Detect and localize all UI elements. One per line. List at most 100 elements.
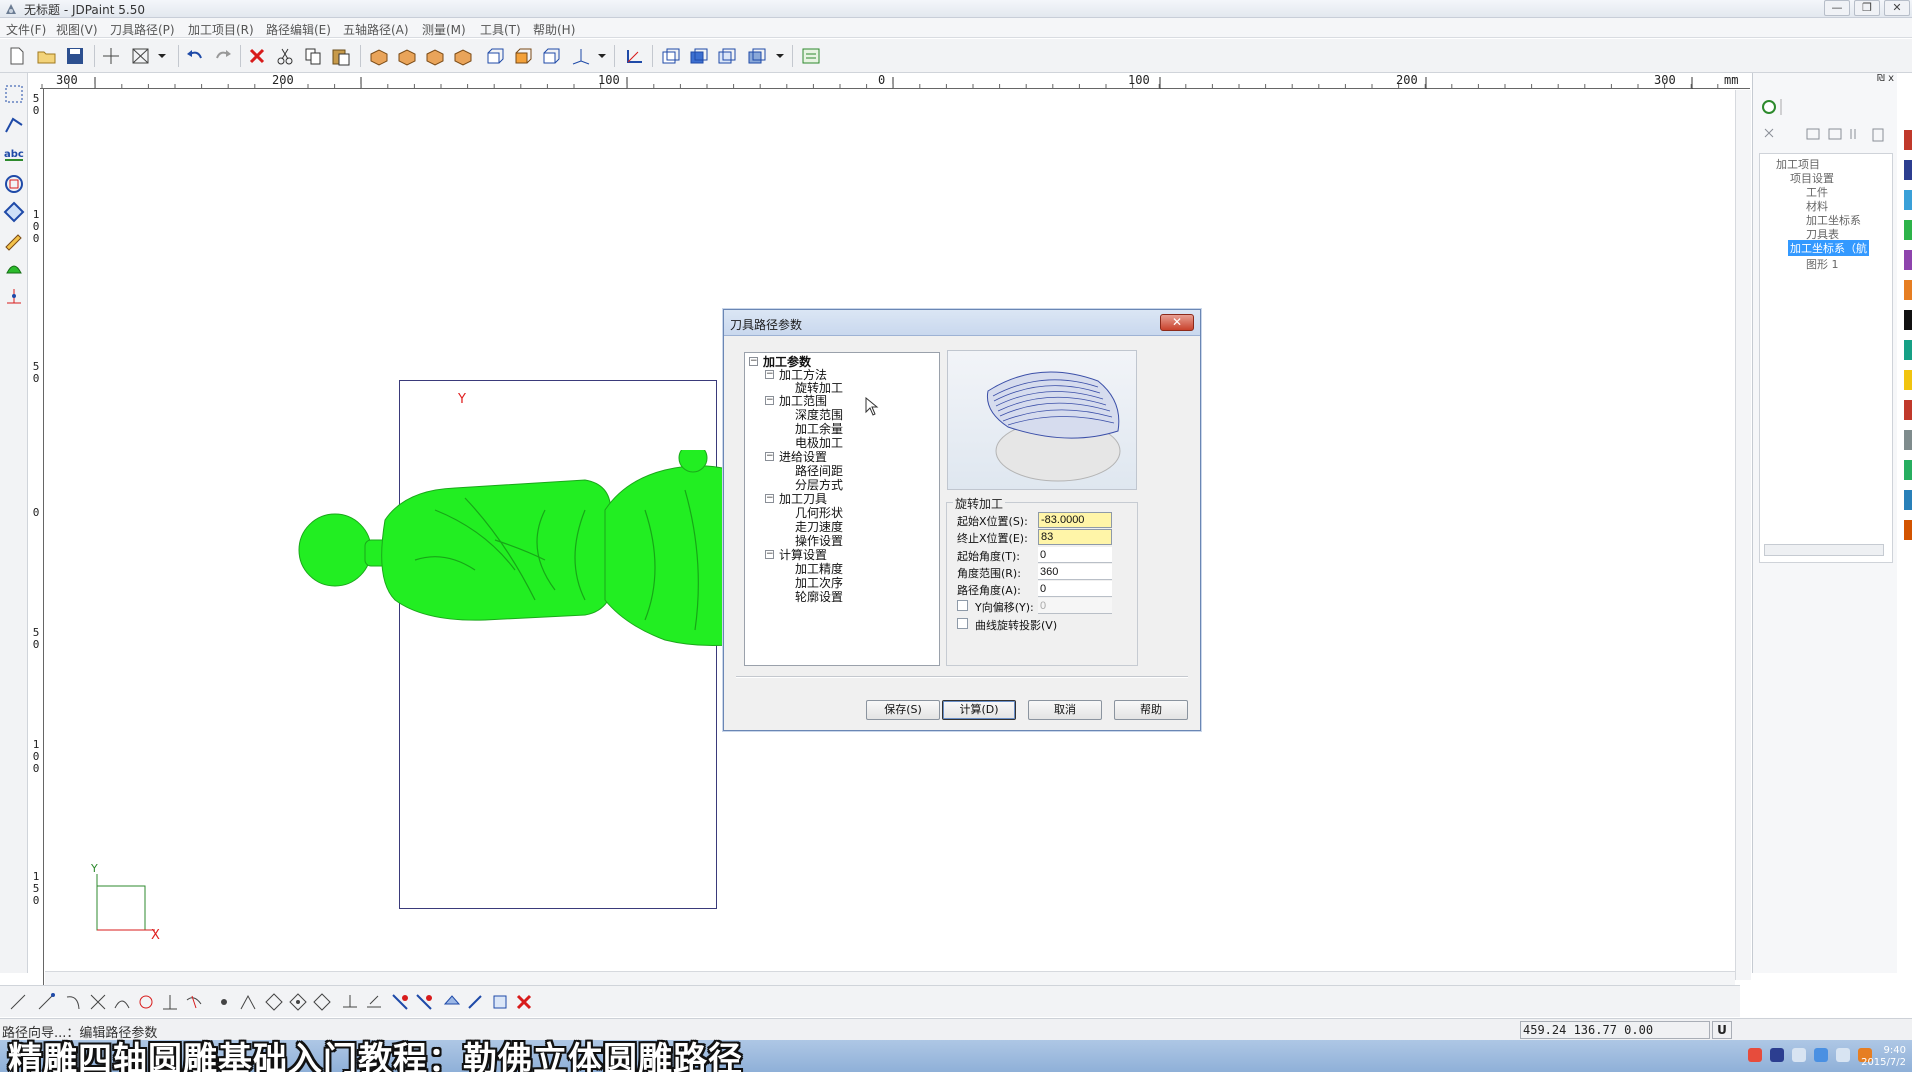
y-offset-checkbox[interactable] [957, 600, 968, 611]
transform-tool-icon[interactable] [3, 201, 25, 223]
network-icon[interactable] [1814, 1048, 1828, 1062]
menu-tools[interactable]: 工具(T) [480, 21, 521, 38]
horizontal-scrollbar[interactable] [45, 971, 1735, 985]
path-tool-icon-4[interactable] [414, 992, 434, 1012]
view-front-icon[interactable] [484, 46, 506, 66]
undo-icon[interactable] [184, 46, 206, 66]
new-file-icon[interactable] [6, 46, 28, 66]
menu-help[interactable]: 帮助(H) [533, 21, 575, 38]
display-mode-icon-3[interactable] [716, 46, 738, 66]
dialog-close-button[interactable]: ✕ [1160, 314, 1194, 331]
menu-five-axis[interactable]: 五轴路径(A) [343, 21, 409, 38]
delete-icon[interactable] [246, 46, 268, 66]
path-tool-icon-1[interactable] [340, 992, 360, 1012]
draw-line-icon[interactable] [3, 113, 25, 135]
redo-icon[interactable] [212, 46, 234, 66]
tree-item-rotate[interactable]: 旋转加工 [795, 381, 843, 395]
crosshair-icon[interactable] [100, 46, 122, 66]
path-tool-icon-6[interactable] [466, 992, 486, 1012]
menu-path-edit[interactable]: 路径编辑(E) [266, 21, 331, 38]
display-mode-icon-1[interactable] [660, 46, 682, 66]
tree-node-shape[interactable]: 图形 1 [1806, 256, 1839, 272]
calculate-button[interactable]: 计算(D) [942, 700, 1016, 720]
y-offset-input[interactable] [1038, 598, 1112, 614]
view-box-icon-2[interactable] [396, 46, 418, 66]
tree-expander[interactable]: − [765, 494, 774, 503]
menu-toolpath[interactable]: 刀具路径(P) [110, 21, 175, 38]
panel-refresh-icon[interactable] [1761, 97, 1891, 117]
snap-endpoint-icon[interactable] [36, 992, 56, 1012]
tree-node-method[interactable]: 加工方法 [779, 368, 827, 382]
measure-tool-icon[interactable] [3, 285, 25, 307]
path-tool-icon-2[interactable] [364, 992, 384, 1012]
tree-item-allowance[interactable]: 加工余量 [795, 422, 843, 436]
tree-item-depth[interactable]: 深度范围 [795, 408, 843, 422]
tree-node-tool[interactable]: 加工刀具 [779, 492, 827, 506]
start-angle-input[interactable] [1038, 547, 1112, 563]
node-edit-icon-2[interactable] [288, 992, 308, 1012]
snap-line-icon[interactable] [8, 992, 28, 1012]
tree-item-speed[interactable]: 走刀速度 [795, 520, 843, 534]
menu-view[interactable]: 视图(V) [56, 21, 98, 38]
zoom-window-icon[interactable] [130, 46, 152, 66]
tree-item-contour[interactable]: 轮廓设置 [795, 590, 843, 604]
surface-tool-icon[interactable] [3, 257, 25, 279]
tree-item-order[interactable]: 加工次序 [795, 576, 843, 590]
tree-expander[interactable]: − [765, 370, 774, 379]
restore-button[interactable]: ❐ [1854, 0, 1880, 16]
help-button[interactable]: 帮助 [1114, 700, 1188, 720]
snap-nearest-icon[interactable] [184, 992, 204, 1012]
path-angle-input[interactable] [1038, 581, 1112, 597]
save-button[interactable]: 保存(S) [866, 700, 940, 720]
view-box-icon-4[interactable] [452, 46, 474, 66]
tree-expander[interactable]: − [765, 550, 774, 559]
cancel-button[interactable]: 取消 [1028, 700, 1102, 720]
path-tool-icon-7[interactable] [490, 992, 510, 1012]
end-x-input[interactable] [1038, 529, 1112, 545]
open-folder-icon[interactable] [36, 46, 58, 66]
view-box-icon-1[interactable] [368, 46, 390, 66]
offset-tool-icon[interactable] [3, 173, 25, 195]
tree-expander[interactable]: − [765, 452, 774, 461]
minimize-button[interactable]: — [1824, 0, 1850, 16]
tree-item-stepover[interactable]: 路径间距 [795, 464, 843, 478]
path-tool-icon-3[interactable] [390, 992, 410, 1012]
start-x-input[interactable] [1038, 512, 1112, 528]
snap-intersect-icon[interactable] [88, 992, 108, 1012]
angle-range-input[interactable] [1038, 564, 1112, 580]
snap-arc-icon[interactable] [64, 992, 84, 1012]
layer-manager-icon[interactable] [800, 46, 822, 66]
panel-tools-icons[interactable] [1761, 125, 1891, 145]
snap-perpendicular-icon[interactable] [160, 992, 180, 1012]
snap-grid-icon[interactable] [214, 992, 234, 1012]
copy-icon[interactable] [302, 46, 324, 66]
display-mode-icon-4[interactable] [746, 46, 768, 66]
tree-node-coordinate-system[interactable]: 加工坐标系（航 [1788, 240, 1869, 256]
tree-item-precision[interactable]: 加工精度 [795, 562, 843, 576]
node-edit-icon-1[interactable] [264, 992, 284, 1012]
tray-icon[interactable] [1748, 1048, 1762, 1062]
path-tool-icon-5[interactable] [442, 992, 462, 1012]
panel-header[interactable]: ₪ x [1753, 73, 1898, 87]
save-icon[interactable] [64, 46, 86, 66]
snap-center-icon[interactable] [136, 992, 156, 1012]
tree-item-electrode[interactable]: 电极加工 [795, 436, 843, 450]
tree-expander[interactable]: − [749, 357, 758, 366]
text-tool-icon[interactable]: abc [3, 143, 25, 165]
menu-measure[interactable]: 测量(M) [422, 21, 466, 38]
select-tool-icon[interactable] [3, 83, 25, 105]
node-edit-icon-3[interactable] [312, 992, 332, 1012]
cancel-icon[interactable] [514, 992, 534, 1012]
volume-icon[interactable] [1836, 1048, 1850, 1062]
edit-tool-icon[interactable] [3, 229, 25, 251]
coordinate-icon[interactable] [624, 46, 646, 66]
help-icon[interactable] [1770, 1048, 1784, 1062]
view-axis-icon[interactable] [570, 46, 592, 66]
curve-projection-checkbox[interactable] [957, 618, 968, 629]
tray-icon[interactable] [1792, 1048, 1806, 1062]
cut-icon[interactable] [274, 46, 296, 66]
vertical-scrollbar[interactable] [1735, 90, 1751, 980]
tree-root-params[interactable]: 加工参数 [763, 355, 811, 369]
paste-icon[interactable] [330, 46, 352, 66]
tree-expander[interactable]: − [765, 396, 774, 405]
